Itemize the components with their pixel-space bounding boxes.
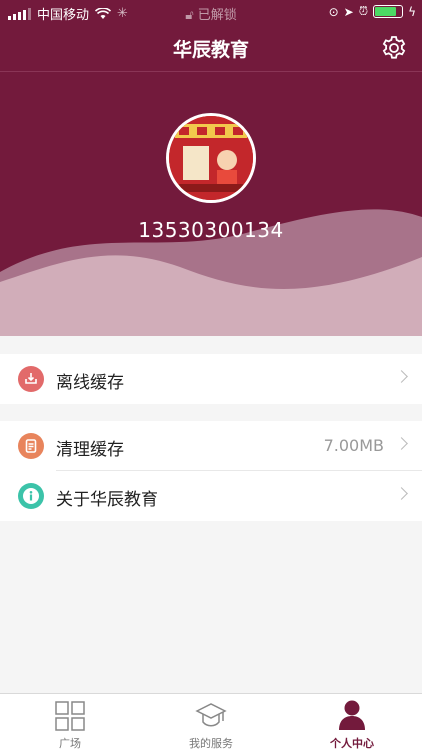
tab-bar: 广场 我的服务 个人中心 bbox=[0, 693, 422, 750]
offline-cache-label: 离线缓存 bbox=[56, 373, 124, 393]
avatar[interactable] bbox=[166, 113, 256, 203]
gear-icon[interactable] bbox=[380, 34, 408, 62]
menu-group-offline: 离线缓存 bbox=[0, 354, 422, 404]
lock-icon: 🔓︎ bbox=[185, 8, 194, 23]
charging-icon: ϟ bbox=[408, 4, 416, 19]
phone-number: 13530300134 bbox=[138, 218, 284, 242]
tab-personal-center[interactable]: 个人中心 bbox=[282, 694, 422, 750]
grid-icon bbox=[55, 701, 85, 731]
unlock-status: 已解锁 bbox=[197, 8, 237, 23]
chevron-right-icon bbox=[395, 370, 408, 383]
status-right: ⊙ ➤ ⏰︎ ϟ bbox=[329, 4, 416, 19]
about-label: 关于华辰教育 bbox=[56, 490, 158, 510]
tab-square[interactable]: 广场 bbox=[0, 694, 140, 750]
status-bar: 中国移动 ✳ 🔓︎ 已解锁 ⊙ ➤ ⏰︎ ϟ bbox=[0, 0, 422, 24]
tab-personal-center-label: 个人中心 bbox=[330, 737, 374, 750]
rotation-lock-icon: ⊙ bbox=[328, 4, 339, 19]
offline-cache-row[interactable]: 离线缓存 bbox=[0, 354, 422, 404]
location-icon: ➤ bbox=[343, 4, 354, 19]
download-icon bbox=[18, 366, 44, 392]
tab-my-services-label: 我的服务 bbox=[189, 737, 233, 750]
alarm-icon: ⏰︎ bbox=[358, 4, 369, 18]
cache-size: 7.00MB bbox=[323, 436, 384, 455]
document-icon bbox=[18, 433, 44, 459]
clear-cache-row[interactable]: 清理缓存 7.00MB bbox=[0, 421, 422, 471]
profile-header: 13530300134 bbox=[0, 72, 422, 336]
chevron-right-icon bbox=[395, 487, 408, 500]
battery-icon bbox=[373, 5, 404, 18]
wave-decoration bbox=[0, 209, 422, 336]
clear-cache-label: 清理缓存 bbox=[56, 440, 124, 460]
menu-group-settings: 清理缓存 7.00MB 关于华辰教育 bbox=[0, 421, 422, 521]
graduation-cap-icon bbox=[195, 703, 227, 727]
info-icon bbox=[18, 483, 44, 509]
navbar: 华辰教育 bbox=[0, 24, 422, 72]
avatar-image bbox=[169, 116, 253, 200]
about-row[interactable]: 关于华辰教育 bbox=[0, 471, 422, 521]
tab-my-services[interactable]: 我的服务 bbox=[141, 694, 281, 750]
person-icon bbox=[339, 700, 365, 730]
tab-square-label: 广场 bbox=[59, 737, 81, 750]
page-title: 华辰教育 bbox=[172, 39, 249, 61]
chevron-right-icon bbox=[395, 437, 408, 450]
